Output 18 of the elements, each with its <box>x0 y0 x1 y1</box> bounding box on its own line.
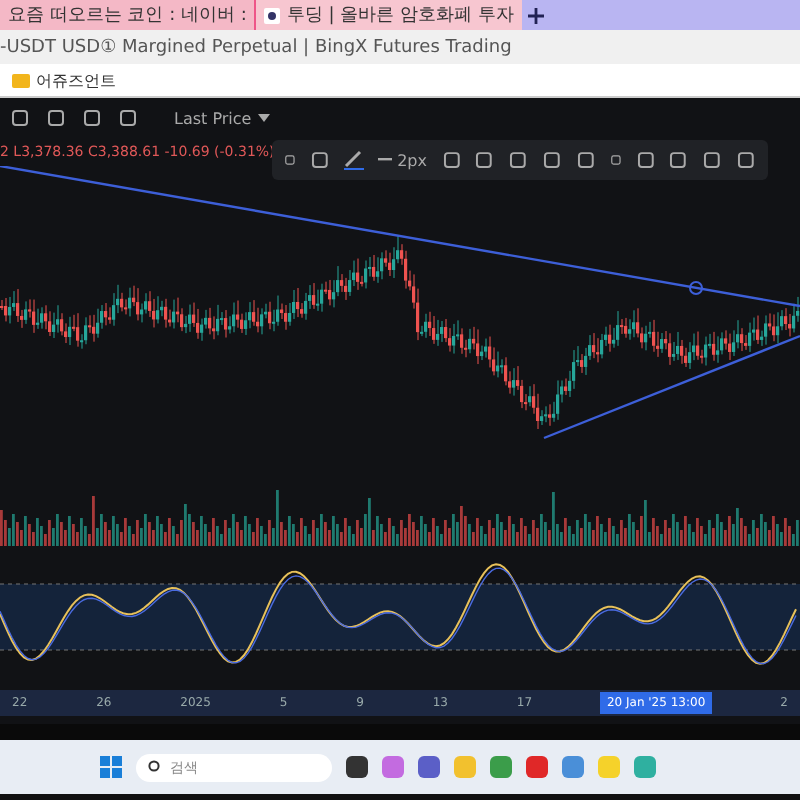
trend-line[interactable] <box>0 166 800 308</box>
site-icon <box>264 7 281 23</box>
search-icon <box>148 760 162 774</box>
app-icon[interactable] <box>418 756 440 778</box>
pencil-icon[interactable] <box>343 150 364 170</box>
line-handle[interactable] <box>689 281 703 295</box>
bookmark-folder[interactable]: 어쥬즈언트 <box>36 69 116 91</box>
caret-icon <box>257 114 270 122</box>
price-type-dropdown[interactable]: Last Price <box>174 109 270 127</box>
browser-tab[interactable]: 투딩 | 올바른 암호화폐 투자 <box>254 0 522 30</box>
line-width-selector[interactable]: 2px <box>377 151 427 169</box>
new-tab-icon[interactable] <box>527 7 544 23</box>
browser-tab[interactable]: 요즘 떠오르는 코인 : 네이버 : <box>0 0 255 30</box>
start-icon[interactable] <box>100 756 122 778</box>
line-icon <box>377 158 392 162</box>
app-icon[interactable] <box>346 756 368 778</box>
page-title: -USDT USD① Margined Perpetual | BingX Futures Trading <box>0 37 512 57</box>
trend-line[interactable] <box>543 334 800 440</box>
